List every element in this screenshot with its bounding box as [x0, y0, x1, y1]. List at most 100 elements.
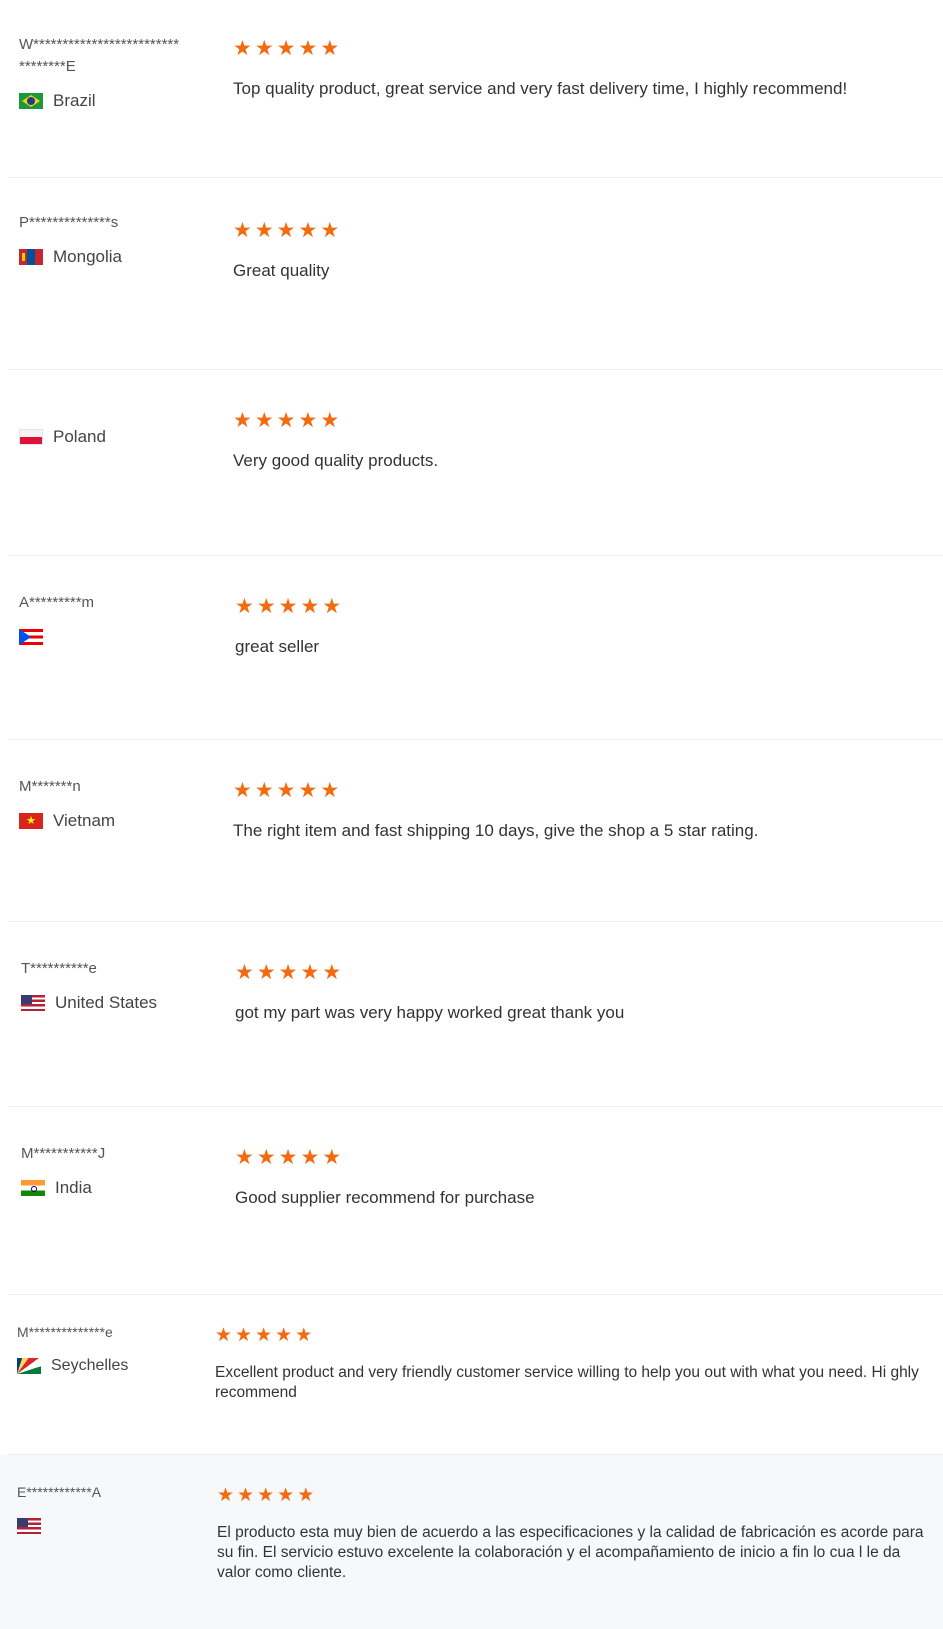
reviewer-country: Poland — [19, 426, 229, 448]
reviews-list: W************************* ********E Bra… — [0, 0, 943, 1629]
country-name: Brazil — [53, 91, 96, 110]
star-icon: ★ — [256, 595, 276, 618]
reviewer-info: M***********J India — [21, 1143, 231, 1199]
reviewer-info: Poland — [19, 426, 229, 448]
reviewer-info: W************************* ********E Bra… — [19, 34, 229, 112]
star-icon: ★ — [322, 595, 342, 618]
star-icon: ★ — [298, 37, 318, 60]
review-body: ★ ★ ★ ★ ★ Very good quality products. — [233, 410, 438, 472]
reviewer-name: M*******n — [19, 778, 81, 795]
review-body: ★ ★ ★ ★ ★ got my part was very happy wor… — [235, 962, 624, 1024]
country-name: Poland — [53, 427, 106, 446]
star-icon: ★ — [276, 219, 296, 242]
vietnam-flag-icon — [19, 813, 43, 829]
reviewer-name: M**************e — [17, 1324, 113, 1340]
review-body: ★ ★ ★ ★ ★ Excellent product and very fri… — [215, 1325, 935, 1403]
review-body: ★ ★ ★ ★ ★ El producto esta muy bien de a… — [217, 1485, 929, 1583]
star-icon: ★ — [237, 1485, 255, 1506]
star-icon: ★ — [235, 961, 254, 984]
reviewer-country: Brazil — [19, 90, 229, 112]
star-icon: ★ — [275, 1325, 293, 1346]
review-item: M***********J India ★ ★ ★ ★ ★ Good suppl… — [8, 1107, 943, 1295]
reviewer-country — [17, 1515, 227, 1537]
reviewer-country — [19, 626, 229, 648]
review-body: ★ ★ ★ ★ ★ Good supplier recommend for pu… — [235, 1147, 535, 1209]
reviewer-country: Mongolia — [19, 246, 229, 268]
star-icon: ★ — [320, 219, 340, 242]
reviewer-info: M**************e Seychelles — [17, 1321, 227, 1377]
review-item: P**************s Mongolia ★ ★ ★ ★ ★ Grea… — [8, 178, 943, 370]
review-comment: Good supplier recommend for purchase — [235, 1188, 535, 1207]
star-icon: ★ — [295, 1325, 313, 1346]
star-rating: ★ ★ ★ ★ ★ — [233, 780, 758, 802]
country-name: India — [55, 1178, 92, 1197]
reviewer-country: Vietnam — [19, 810, 229, 832]
star-icon: ★ — [297, 1485, 315, 1506]
star-icon: ★ — [300, 961, 320, 984]
reviewer-info: P**************s Mongolia — [19, 212, 229, 268]
review-item: Poland ★ ★ ★ ★ ★ Very good quality produ… — [8, 370, 943, 556]
review-item: W************************* ********E Bra… — [8, 0, 943, 178]
star-icon: ★ — [276, 37, 296, 60]
country-name: Mongolia — [53, 247, 122, 266]
star-icon: ★ — [254, 219, 274, 242]
star-icon: ★ — [277, 1485, 295, 1506]
star-icon: ★ — [233, 37, 252, 60]
reviewer-name: P**************s — [19, 214, 119, 231]
review-body: ★ ★ ★ ★ ★ great seller — [235, 596, 341, 658]
reviewer-country: Seychelles — [17, 1355, 227, 1377]
mongolia-flag-icon — [19, 249, 43, 265]
star-icon: ★ — [276, 779, 296, 802]
star-icon: ★ — [217, 1485, 235, 1506]
star-icon: ★ — [235, 595, 254, 618]
review-item: M*******n Vietnam ★ ★ ★ ★ ★ The right it… — [8, 740, 943, 922]
reviewer-info: T**********e United States — [21, 958, 231, 1014]
star-icon: ★ — [276, 409, 296, 432]
star-icon: ★ — [298, 779, 318, 802]
review-comment: Great quality — [233, 261, 330, 280]
review-item: M**************e Seychelles ★ ★ ★ ★ ★ Ex… — [8, 1295, 943, 1455]
star-icon: ★ — [298, 409, 318, 432]
reviewer-name: E************A — [17, 1484, 102, 1500]
us-flag-icon — [21, 995, 45, 1011]
puerto-rico-flag-icon — [19, 629, 43, 645]
reviewer-name: W************************* ********E — [19, 36, 180, 75]
us-flag-icon — [17, 1518, 41, 1534]
star-icon: ★ — [257, 1485, 275, 1506]
star-rating: ★ ★ ★ ★ ★ — [233, 38, 847, 60]
star-icon: ★ — [215, 1325, 233, 1346]
reviewer-info: A*********m — [19, 592, 229, 648]
star-icon: ★ — [233, 779, 252, 802]
star-icon: ★ — [322, 961, 342, 984]
review-body: ★ ★ ★ ★ ★ Top quality product, great ser… — [233, 38, 847, 100]
reviewer-info: E************A — [17, 1481, 227, 1537]
reviewer-country: United States — [21, 992, 231, 1014]
review-comment: The right item and fast shipping 10 days… — [233, 821, 759, 840]
reviewer-name: T**********e — [21, 960, 97, 977]
review-item: A*********m ★ ★ ★ ★ ★ great seller — [8, 556, 943, 740]
star-icon: ★ — [233, 409, 252, 432]
reviewer-info: M*******n Vietnam — [19, 776, 229, 832]
star-icon: ★ — [320, 37, 340, 60]
review-comment: El producto esta muy bien de acuerdo a l… — [217, 1524, 924, 1581]
country-name: Vietnam — [53, 811, 116, 830]
review-comment: Excellent product and very friendly cust… — [215, 1364, 919, 1401]
star-rating: ★ ★ ★ ★ ★ — [217, 1485, 929, 1507]
star-icon: ★ — [322, 1146, 342, 1169]
star-icon: ★ — [278, 595, 298, 618]
country-name: Seychelles — [51, 1357, 129, 1374]
star-rating: ★ ★ ★ ★ ★ — [233, 410, 438, 432]
star-icon: ★ — [254, 409, 274, 432]
star-rating: ★ ★ ★ ★ ★ — [235, 962, 624, 984]
star-icon: ★ — [256, 961, 276, 984]
country-name: United States — [55, 993, 158, 1012]
reviewer-country: India — [21, 1177, 231, 1199]
review-comment: great seller — [235, 637, 320, 656]
star-icon: ★ — [320, 409, 340, 432]
star-icon: ★ — [278, 1146, 298, 1169]
reviewer-name: A*********m — [19, 594, 95, 611]
star-icon: ★ — [233, 219, 252, 242]
star-icon: ★ — [254, 37, 274, 60]
review-comment: Very good quality products. — [233, 451, 439, 470]
star-icon: ★ — [278, 961, 298, 984]
